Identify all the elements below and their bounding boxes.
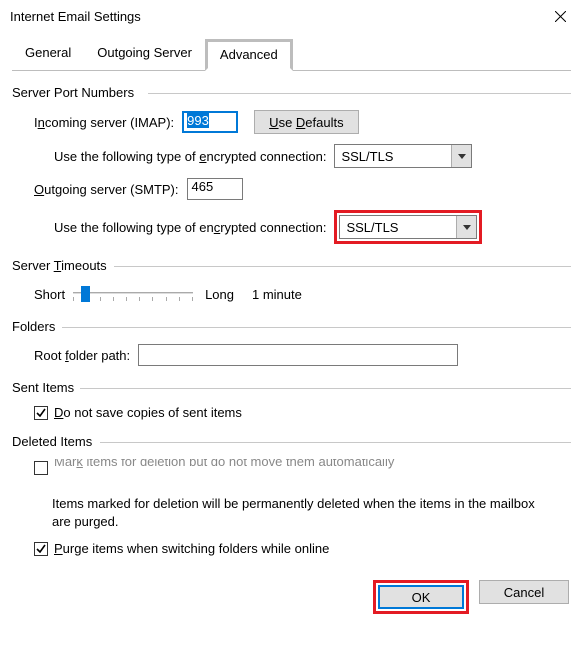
- group-legend-deleted-items: Deleted Items: [12, 434, 571, 449]
- tab-outgoing-server[interactable]: Outgoing Server: [84, 39, 205, 71]
- incoming-encryption-select[interactable]: SSL/TLS: [334, 144, 472, 168]
- ok-button[interactable]: OK: [378, 585, 464, 609]
- group-deleted-items: Deleted Items Mark items for deletion bu…: [12, 434, 571, 556]
- title-bar: Internet Email Settings: [0, 0, 583, 32]
- group-server-port-numbers: Server Port Numbers Incoming server (IMA…: [12, 85, 571, 244]
- purge-label: Purge items when switching folders while…: [54, 541, 329, 556]
- timeout-short-label: Short: [34, 287, 65, 302]
- use-defaults-button[interactable]: Use Defaults: [254, 110, 358, 134]
- purge-checkbox[interactable]: [34, 542, 48, 556]
- row-incoming-server: Incoming server (IMAP): 993 Use Defaults: [12, 110, 571, 134]
- do-not-save-label: Do not save copies of sent items: [54, 405, 242, 420]
- tab-advanced[interactable]: Advanced: [205, 39, 293, 71]
- tab-strip: General Outgoing Server Advanced: [12, 38, 571, 71]
- group-legend-folders: Folders: [12, 319, 571, 334]
- window-title: Internet Email Settings: [10, 9, 141, 24]
- tab-general[interactable]: General: [12, 39, 84, 71]
- row-outgoing-encryption: Use the following type of encrypted conn…: [12, 210, 571, 244]
- group-legend-server-ports: Server Port Numbers: [12, 85, 571, 100]
- chevron-down-icon: [451, 145, 471, 167]
- row-mark-for-deletion: Mark items for deletion but do not move …: [12, 459, 571, 485]
- outgoing-server-label: Outgoing server (SMTP):: [34, 182, 179, 197]
- dialog-footer: OK Cancel: [0, 568, 583, 626]
- group-server-timeouts: Server Timeouts Short Long 1 minute: [12, 258, 571, 305]
- row-incoming-encryption: Use the following type of encrypted conn…: [12, 144, 571, 168]
- timeout-value: 1 minute: [252, 287, 302, 302]
- do-not-save-checkbox[interactable]: [34, 406, 48, 420]
- group-folders: Folders Root folder path:: [12, 319, 571, 366]
- mark-for-deletion-label: Mark items for deletion but do not move …: [54, 459, 394, 469]
- incoming-server-label: Incoming server (IMAP):: [34, 115, 174, 130]
- cancel-button[interactable]: Cancel: [479, 580, 569, 604]
- mark-for-deletion-checkbox[interactable]: [34, 461, 48, 475]
- deleted-items-note: Items marked for deletion will be perman…: [12, 495, 571, 531]
- outgoing-server-port-input[interactable]: 465: [187, 178, 243, 200]
- outgoing-encryption-highlight: SSL/TLS: [334, 210, 482, 244]
- ok-highlight: OK: [373, 580, 469, 614]
- row-root-folder: Root folder path:: [12, 344, 571, 366]
- incoming-encryption-label: Use the following type of encrypted conn…: [54, 149, 326, 164]
- group-legend-timeouts: Server Timeouts: [12, 258, 571, 273]
- row-do-not-save: Do not save copies of sent items: [12, 405, 571, 420]
- timeout-slider[interactable]: [73, 283, 193, 305]
- outgoing-encryption-select[interactable]: SSL/TLS: [339, 215, 477, 239]
- root-folder-input[interactable]: [138, 344, 458, 366]
- row-purge: Purge items when switching folders while…: [12, 541, 571, 556]
- timeout-long-label: Long: [205, 287, 234, 302]
- root-folder-label: Root folder path:: [34, 348, 130, 363]
- close-button[interactable]: [538, 0, 583, 32]
- chevron-down-icon: [456, 216, 476, 238]
- row-timeout-slider: Short Long 1 minute: [12, 283, 571, 305]
- group-sent-items: Sent Items Do not save copies of sent it…: [12, 380, 571, 420]
- row-outgoing-server: Outgoing server (SMTP): 465: [12, 178, 571, 200]
- outgoing-encryption-label: Use the following type of encrypted conn…: [54, 220, 326, 235]
- incoming-server-port-input[interactable]: 993: [182, 111, 238, 133]
- close-icon: [555, 11, 566, 22]
- slider-thumb[interactable]: [81, 286, 90, 302]
- group-legend-sent-items: Sent Items: [12, 380, 571, 395]
